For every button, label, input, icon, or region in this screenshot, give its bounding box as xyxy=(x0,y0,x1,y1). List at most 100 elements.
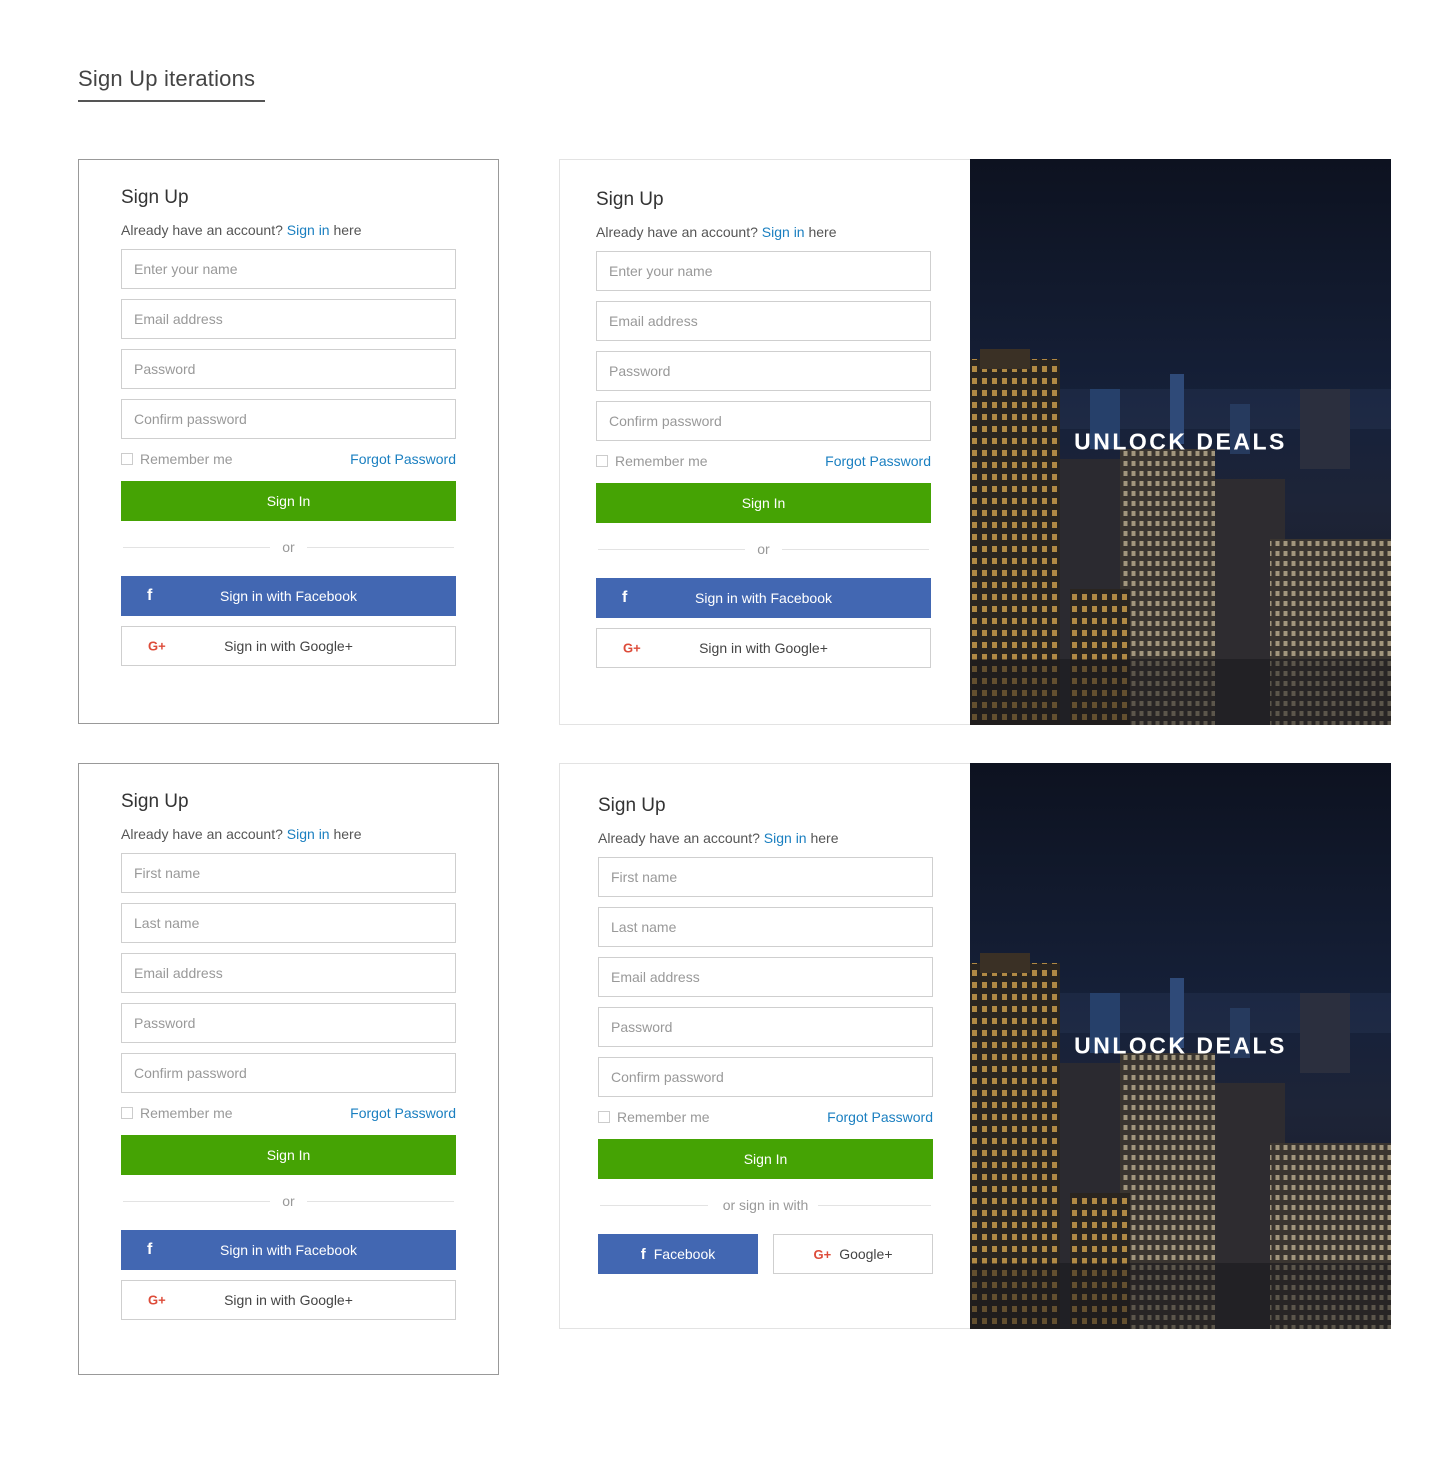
already-suffix: here xyxy=(804,224,837,240)
already-prefix: Already have an account? xyxy=(598,830,764,846)
or-divider: or xyxy=(121,537,456,557)
divider-text: or xyxy=(282,1193,295,1209)
sign-in-link[interactable]: Sign in xyxy=(287,826,330,842)
unlock-deals-text: UNLOCK DEALS xyxy=(1074,428,1287,455)
password-input[interactable] xyxy=(121,1003,456,1043)
forgot-password-link[interactable]: Forgot Password xyxy=(827,1109,933,1125)
facebook-signin-button[interactable]: f Sign in with Facebook xyxy=(121,576,456,616)
forgot-password-link[interactable]: Forgot Password xyxy=(350,451,456,467)
signup-form-2: Sign Up Already have an account? Sign in… xyxy=(596,188,931,668)
or-divider: or xyxy=(121,1191,456,1211)
google-signin-button[interactable]: G+ Sign in with Google+ xyxy=(121,626,456,666)
signup-form-4: Sign Up Already have an account? Sign in… xyxy=(598,794,933,1274)
google-button-label: Sign in with Google+ xyxy=(224,638,353,654)
divider-text: or sign in with xyxy=(722,1197,809,1213)
remember-label: Remember me xyxy=(615,453,708,469)
remember-checkbox[interactable] xyxy=(598,1111,610,1123)
email-input[interactable] xyxy=(121,299,456,339)
already-suffix: here xyxy=(806,830,839,846)
facebook-icon: f xyxy=(147,1241,153,1258)
facebook-button[interactable]: f Facebook xyxy=(598,1234,758,1274)
already-account-text: Already have an account? Sign in here xyxy=(121,824,456,844)
or-sign-in-with-divider: or sign in with xyxy=(598,1195,933,1215)
remember-checkbox[interactable] xyxy=(121,1107,133,1119)
remember-me: Remember me xyxy=(596,453,708,469)
name-input[interactable] xyxy=(596,251,931,291)
name-input[interactable] xyxy=(121,249,456,289)
already-account-text: Already have an account? Sign in here xyxy=(598,828,933,848)
google-plus-icon: G+ xyxy=(813,1246,832,1262)
already-prefix: Already have an account? xyxy=(596,224,762,240)
already-prefix: Already have an account? xyxy=(121,222,287,238)
confirm-password-input[interactable] xyxy=(121,399,456,439)
city-night-hero-image: UNLOCK DEALS xyxy=(970,159,1391,725)
last-name-input[interactable] xyxy=(598,907,933,947)
sign-in-link[interactable]: Sign in xyxy=(764,830,807,846)
facebook-button-label: Sign in with Facebook xyxy=(695,590,832,606)
google-plus-icon: G+ xyxy=(623,640,641,656)
google-plus-icon: G+ xyxy=(148,1292,166,1308)
remember-label: Remember me xyxy=(140,451,233,467)
remember-label: Remember me xyxy=(617,1109,710,1125)
form-title: Sign Up xyxy=(121,187,189,208)
email-input[interactable] xyxy=(596,301,931,341)
form-title: Sign Up xyxy=(121,791,189,812)
remember-me: Remember me xyxy=(598,1109,710,1125)
already-suffix: here xyxy=(329,222,362,238)
sign-in-button[interactable]: Sign In xyxy=(598,1139,933,1179)
google-plus-button[interactable]: G+ Google+ xyxy=(773,1234,933,1274)
forgot-password-link[interactable]: Forgot Password xyxy=(825,453,931,469)
remember-checkbox[interactable] xyxy=(121,453,133,465)
facebook-signin-button[interactable]: f Sign in with Facebook xyxy=(596,578,931,618)
facebook-button-label: Sign in with Facebook xyxy=(220,588,357,604)
city-night-hero-image: UNLOCK DEALS xyxy=(970,763,1391,1329)
or-divider: or xyxy=(596,539,931,559)
email-input[interactable] xyxy=(121,953,456,993)
confirm-password-input[interactable] xyxy=(598,1057,933,1097)
page-title: Sign Up iterations xyxy=(78,66,256,91)
divider-text: or xyxy=(282,539,295,555)
first-name-input[interactable] xyxy=(121,853,456,893)
confirm-password-input[interactable] xyxy=(596,401,931,441)
first-name-input[interactable] xyxy=(598,857,933,897)
form-title: Sign Up xyxy=(596,189,664,210)
title-underline xyxy=(78,100,265,102)
facebook-signin-button[interactable]: f Sign in with Facebook xyxy=(121,1230,456,1270)
facebook-button-label: Sign in with Facebook xyxy=(220,1242,357,1258)
sign-in-link[interactable]: Sign in xyxy=(287,222,330,238)
already-prefix: Already have an account? xyxy=(121,826,287,842)
divider-text: or xyxy=(757,541,770,557)
google-plus-icon: G+ xyxy=(148,638,166,654)
confirm-password-input[interactable] xyxy=(121,1053,456,1093)
signup-form-1: Sign Up Already have an account? Sign in… xyxy=(121,186,456,666)
forgot-password-link[interactable]: Forgot Password xyxy=(350,1105,456,1121)
already-suffix: here xyxy=(329,826,362,842)
password-input[interactable] xyxy=(596,351,931,391)
already-account-text: Already have an account? Sign in here xyxy=(121,220,456,240)
already-account-text: Already have an account? Sign in here xyxy=(596,222,931,242)
google-button-label: Sign in with Google+ xyxy=(699,640,828,656)
facebook-icon: f xyxy=(640,1245,646,1263)
sign-in-link[interactable]: Sign in xyxy=(762,224,805,240)
signup-form-3: Sign Up Already have an account? Sign in… xyxy=(121,790,456,1320)
password-input[interactable] xyxy=(598,1007,933,1047)
form-title: Sign Up xyxy=(598,795,666,816)
remember-me: Remember me xyxy=(121,1105,233,1121)
remember-checkbox[interactable] xyxy=(596,455,608,467)
password-input[interactable] xyxy=(121,349,456,389)
google-signin-button[interactable]: G+ Sign in with Google+ xyxy=(596,628,931,668)
google-button-label: Google+ xyxy=(839,1246,893,1262)
unlock-deals-text: UNLOCK DEALS xyxy=(1074,1032,1287,1059)
email-input[interactable] xyxy=(598,957,933,997)
sign-in-button[interactable]: Sign In xyxy=(596,483,931,523)
remember-me: Remember me xyxy=(121,451,233,467)
sign-in-button[interactable]: Sign In xyxy=(121,1135,456,1175)
facebook-icon: f xyxy=(147,587,153,604)
google-signin-button[interactable]: G+ Sign in with Google+ xyxy=(121,1280,456,1320)
facebook-button-label: Facebook xyxy=(653,1246,716,1262)
sign-in-button[interactable]: Sign In xyxy=(121,481,456,521)
facebook-icon: f xyxy=(622,589,628,606)
remember-label: Remember me xyxy=(140,1105,233,1121)
social-buttons-row: f Facebook G+ Google+ xyxy=(598,1234,933,1274)
last-name-input[interactable] xyxy=(121,903,456,943)
